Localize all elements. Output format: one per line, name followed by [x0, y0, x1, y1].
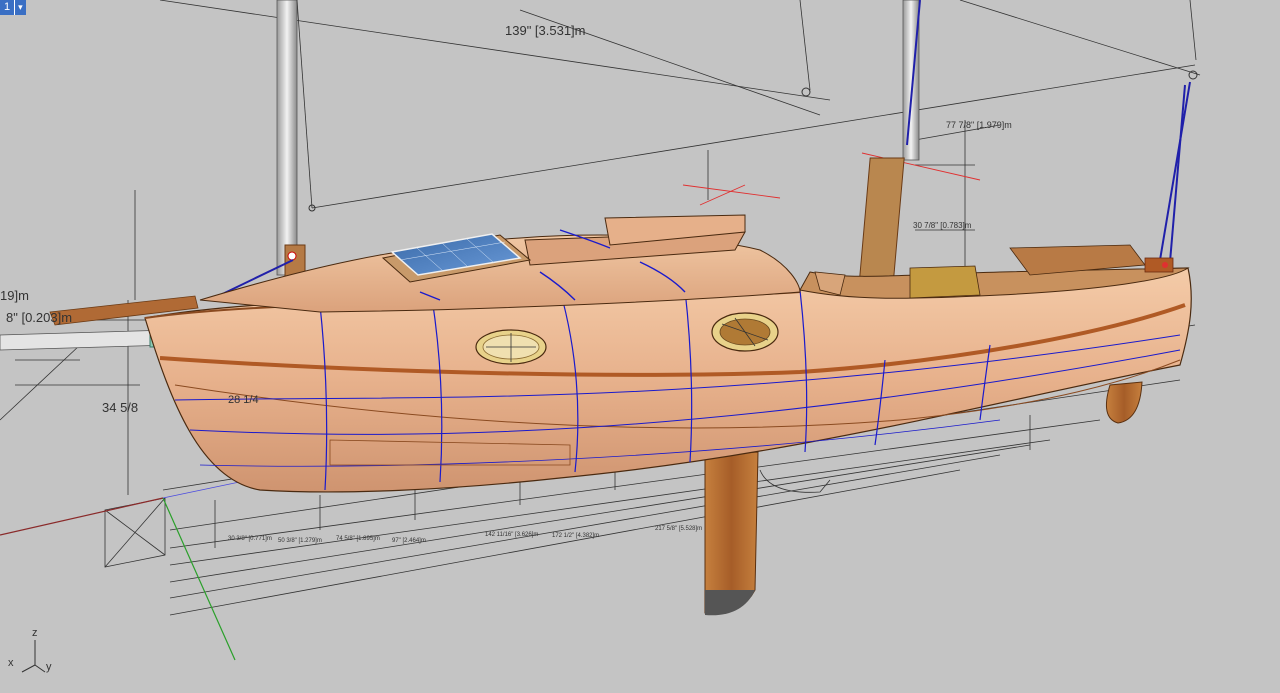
dim-mast-aft: 77 7/8" [1.979]m [946, 120, 1012, 130]
perspective-viewport[interactable]: 1 ▾ 139" [3.531]m 77 7/8" [1.979]m 30 7/… [0, 0, 1280, 693]
mizzen-mast [857, 0, 920, 299]
axis-label-x: x [8, 657, 14, 669]
dim-left-partial-2: 8" [0.203]m [6, 310, 72, 325]
keel [704, 451, 759, 616]
dim-left-partial-1: 19]m [0, 288, 29, 303]
dim-station-5: 142 11/16" [3.626]m [485, 532, 538, 538]
dim-station-1: 30 3/8" [0.771]m [228, 536, 272, 542]
viewport-number[interactable]: 1 [0, 0, 15, 15]
model-canvas[interactable]: 139" [3.531]m 77 7/8" [1.979]m 30 7/8" [… [0, 0, 1280, 693]
dim-station-6: 172 1/2" [4.382]m [552, 533, 599, 539]
x-axis-line [0, 497, 164, 536]
viewport-tab[interactable]: 1 ▾ [0, 0, 26, 15]
porthole-aft [711, 312, 779, 352]
dim-beam-offset: 28 1/4 [228, 394, 259, 406]
porthole-forward [475, 329, 547, 365]
axis-label-y: y [46, 661, 52, 673]
rudder [1105, 381, 1143, 424]
viewport-menu-arrow-icon[interactable]: ▾ [14, 0, 26, 15]
dim-overall-top: 139" [3.531]m [505, 23, 586, 38]
dim-station-2: 50 3/8" [1.279]m [278, 538, 322, 544]
main-mast [276, 0, 306, 301]
dim-station-3: 74 5/8" [1.895]m [336, 536, 380, 542]
axis-label-z: z [32, 627, 38, 639]
dim-mast-tab: 30 7/8" [0.783]m [913, 221, 972, 230]
dim-depth: 34 5/8 [102, 400, 138, 415]
dim-station-7: 217 5/8" [5.528]m [655, 526, 702, 532]
axis-widget [21, 640, 46, 673]
dim-station-4: 97" [2.464]m [392, 538, 426, 544]
